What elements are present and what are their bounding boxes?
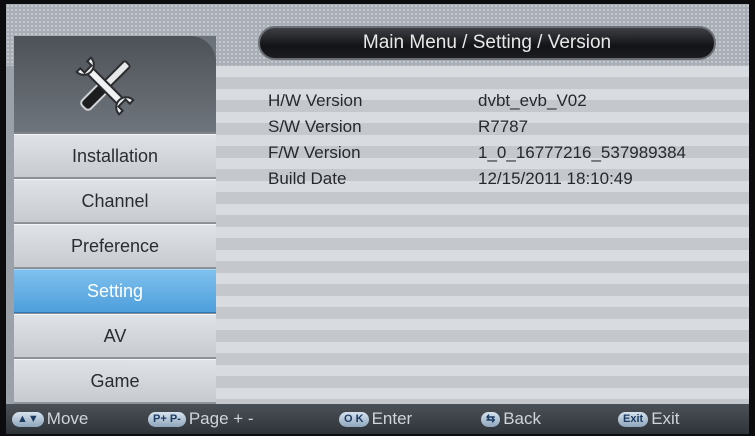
exit-key-icon: Exit (618, 412, 649, 427)
page-title: Main Menu / Setting / Version (258, 26, 716, 60)
page-key-icon: P+ P- (148, 412, 186, 427)
hint-label: Move (46, 409, 89, 428)
version-row-build-date: Build Date 12/15/2011 18:10:49 (216, 169, 749, 193)
sidebar-item-setting[interactable]: Setting (14, 269, 216, 313)
hint-page: P+ P- Page + - (148, 404, 254, 434)
version-value: 12/15/2011 18:10:49 (478, 169, 633, 188)
version-label: F/W Version (268, 143, 361, 162)
hint-enter: O K Enter (339, 404, 412, 434)
hint-move: ▲▼ Move (12, 404, 88, 434)
hint-label: Page + - (188, 409, 254, 428)
sidebar-item-av[interactable]: AV (14, 314, 216, 358)
footer-hints: ▲▼ Move P+ P- Page + - O K Enter ⇆ Back Exit… (6, 404, 749, 434)
hint-exit: Exit Exit (618, 404, 680, 434)
version-row-fw: F/W Version 1_0_16777216_537989384 (216, 143, 749, 167)
version-label: Build Date (268, 169, 347, 188)
version-value: 1_0_16777216_537989384 (478, 143, 687, 162)
sidebar-item-game[interactable]: Game (14, 359, 216, 403)
version-value: dvbt_evb_V02 (478, 91, 587, 110)
move-key-icon: ▲▼ (12, 412, 44, 427)
version-row-sw: S/W Version R7787 (216, 117, 749, 141)
ok-key-icon: O K (339, 412, 369, 427)
version-panel: H/W Version dvbt_evb_V02 S/W Version R77… (216, 66, 749, 404)
hint-label: Exit (651, 409, 680, 428)
tools-icon (75, 56, 135, 116)
hint-back: ⇆ Back (481, 404, 541, 434)
sidebar-item-installation[interactable]: Installation (14, 134, 216, 178)
version-value: R7787 (478, 117, 529, 136)
version-row-hw: H/W Version dvbt_evb_V02 (216, 91, 749, 115)
tv-screen: Main Menu / Setting / Version Installati… (6, 4, 749, 434)
sidebar-item-channel[interactable]: Channel (14, 179, 216, 223)
hint-label: Back (503, 409, 542, 428)
hint-label: Enter (371, 409, 413, 428)
version-label: S/W Version (268, 117, 362, 136)
back-key-icon: ⇆ (481, 412, 501, 427)
sidebar-item-preference[interactable]: Preference (14, 224, 216, 268)
version-label: H/W Version (268, 91, 363, 110)
